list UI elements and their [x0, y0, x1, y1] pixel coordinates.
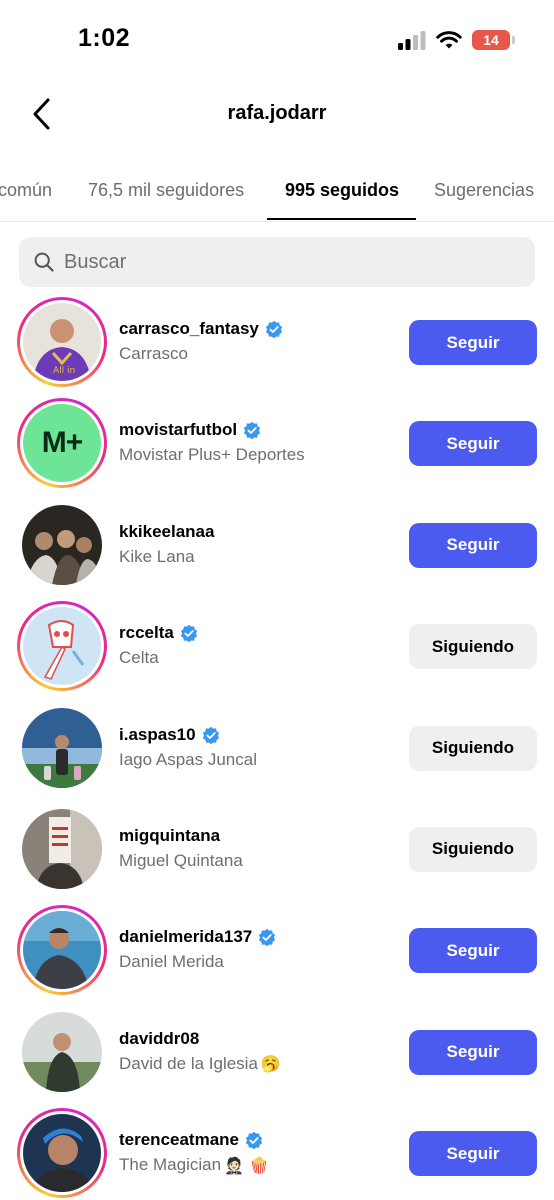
full-name: The Magician — [119, 1155, 222, 1175]
search-icon — [33, 251, 55, 273]
following-button[interactable]: Siguiendo — [409, 725, 537, 771]
following-button[interactable]: Siguiendo — [409, 624, 537, 670]
avatar: M+ — [23, 404, 101, 483]
username[interactable]: daviddr08 — [119, 1029, 199, 1049]
active-tab-indicator — [267, 218, 416, 220]
full-name: Daniel Merida — [119, 952, 224, 972]
full-name: Carrasco — [119, 344, 188, 363]
verified-badge-icon — [265, 320, 282, 338]
avatar-container[interactable] — [17, 500, 107, 590]
follow-button[interactable]: Seguir — [409, 320, 537, 365]
status-time: 1:02 — [78, 24, 131, 52]
status-icons: 14 — [398, 30, 515, 50]
verified-badge-icon — [245, 1131, 263, 1150]
verified-badge-icon — [259, 929, 276, 947]
tab-seguidos[interactable]: 995 seguidos — [285, 180, 399, 201]
avatar — [22, 707, 102, 788]
battery-icon: 14 — [472, 30, 515, 50]
status-bar: 1:02 14 — [0, 0, 554, 84]
username[interactable]: terenceatmane — [119, 1130, 239, 1150]
tabs: común 76,5 mil seguidores 995 seguidos S… — [0, 164, 554, 222]
story-ring[interactable] — [17, 905, 107, 996]
tab-sugerencias[interactable]: Sugerencias — [434, 180, 534, 201]
story-ring[interactable]: All in — [17, 297, 107, 387]
avatar — [22, 1011, 102, 1092]
username[interactable]: rccelta — [119, 623, 174, 643]
full-name: Movistar Plus+ Deportes — [119, 445, 305, 465]
movistar-logo: M+ — [41, 426, 84, 460]
avatar — [22, 808, 102, 889]
story-ring[interactable] — [17, 1108, 107, 1199]
list-item[interactable]: migquintana Miguel Quintana Siguiendo — [0, 798, 554, 899]
list-item[interactable]: M+ movistarfutbol Movistar Plus+ Deporte… — [0, 392, 554, 493]
story-ring[interactable] — [17, 601, 107, 692]
follow-button[interactable]: Seguir — [409, 1131, 537, 1177]
username[interactable]: kkikeelanaa — [119, 522, 214, 542]
search-input[interactable] — [64, 250, 484, 274]
page-title: rafa.jodarr — [227, 102, 327, 124]
signal-icon — [398, 31, 426, 50]
follow-button[interactable]: Seguir — [409, 928, 537, 974]
follow-button[interactable]: Seguir — [409, 1029, 537, 1075]
username[interactable]: movistarfutbol — [119, 420, 237, 440]
list-item[interactable]: daviddr08 David de la Iglesia 🥱 Seguir — [0, 1001, 554, 1102]
avatar — [22, 504, 102, 585]
avatar — [23, 607, 101, 686]
search-bar[interactable] — [19, 237, 535, 287]
name-emoji: 🤵🏻 🍿 — [224, 1155, 269, 1175]
battery-level: 14 — [483, 32, 499, 48]
full-name: David de la Iglesia — [119, 1053, 258, 1073]
list-item[interactable]: kkikeelanaa Kike Lana Seguir — [0, 494, 554, 595]
username[interactable]: danielmerida137 — [119, 927, 252, 947]
follow-button[interactable]: Seguir — [409, 421, 537, 467]
tab-comun[interactable]: común — [0, 180, 52, 201]
verified-badge-icon — [202, 726, 219, 744]
svg-text:All in: All in — [53, 366, 75, 376]
username[interactable]: carrasco_fantasy — [119, 319, 259, 339]
avatar-container[interactable] — [17, 703, 107, 793]
list-item[interactable]: All in carrasco_fantasy Carrasco Seguir — [0, 291, 554, 392]
full-name: Kike Lana — [119, 546, 195, 566]
avatar — [23, 1114, 101, 1193]
avatar-container[interactable] — [17, 804, 107, 894]
full-name: Celta — [119, 648, 159, 668]
avatar: All in — [23, 303, 101, 381]
full-name: Iago Aspas Juncal — [119, 749, 257, 769]
avatar — [23, 911, 101, 990]
list-item[interactable]: rccelta Celta Siguiendo — [0, 595, 554, 696]
following-button[interactable]: Siguiendo — [409, 826, 537, 872]
list-item[interactable]: i.aspas10 Iago Aspas Juncal Siguiendo — [0, 697, 554, 798]
header: rafa.jodarr — [0, 84, 554, 146]
following-list: All in carrasco_fantasy Carrasco Seguir … — [0, 291, 554, 1200]
list-item[interactable]: terenceatmane The Magician 🤵🏻 🍿 Seguir — [0, 1102, 554, 1200]
username[interactable]: migquintana — [119, 826, 220, 846]
follow-button[interactable]: Seguir — [409, 522, 537, 568]
wifi-icon — [436, 31, 462, 49]
story-ring[interactable]: M+ — [17, 398, 107, 489]
list-item[interactable]: danielmerida137 Daniel Merida Seguir — [0, 899, 554, 1000]
tab-seguidores[interactable]: 76,5 mil seguidores — [88, 180, 244, 201]
username[interactable]: i.aspas10 — [119, 725, 196, 745]
avatar-container[interactable] — [17, 1007, 107, 1097]
name-emoji: 🥱 — [260, 1054, 281, 1074]
verified-badge-icon — [243, 422, 261, 440]
full-name: Miguel Quintana — [119, 850, 243, 870]
verified-badge-icon — [180, 624, 197, 643]
